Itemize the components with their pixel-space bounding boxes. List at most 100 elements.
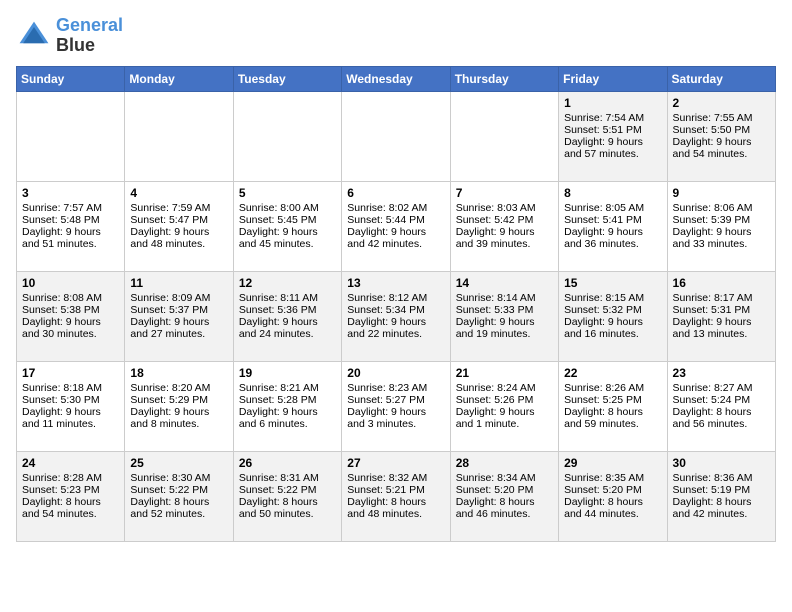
calendar-cell: 15Sunrise: 8:15 AMSunset: 5:32 PMDayligh… <box>559 271 667 361</box>
day-info: Sunset: 5:20 PM <box>564 484 661 496</box>
calendar-cell: 12Sunrise: 8:11 AMSunset: 5:36 PMDayligh… <box>233 271 341 361</box>
calendar-cell: 18Sunrise: 8:20 AMSunset: 5:29 PMDayligh… <box>125 361 233 451</box>
day-info: Sunset: 5:29 PM <box>130 394 227 406</box>
day-number: 8 <box>564 186 661 200</box>
day-number: 13 <box>347 276 444 290</box>
day-info: Sunrise: 8:36 AM <box>673 472 770 484</box>
day-info: Sunset: 5:47 PM <box>130 214 227 226</box>
day-info: Daylight: 9 hours and 13 minutes. <box>673 316 770 340</box>
day-info: Sunset: 5:44 PM <box>347 214 444 226</box>
calendar-cell <box>342 91 450 181</box>
day-info: Sunrise: 8:23 AM <box>347 382 444 394</box>
day-info: Sunset: 5:42 PM <box>456 214 553 226</box>
day-info: Sunset: 5:37 PM <box>130 304 227 316</box>
calendar-cell: 4Sunrise: 7:59 AMSunset: 5:47 PMDaylight… <box>125 181 233 271</box>
day-number: 25 <box>130 456 227 470</box>
day-number: 23 <box>673 366 770 380</box>
calendar-cell: 26Sunrise: 8:31 AMSunset: 5:22 PMDayligh… <box>233 451 341 541</box>
page-header: General Blue <box>16 16 776 56</box>
logo-text: General Blue <box>56 16 123 56</box>
calendar-cell: 2Sunrise: 7:55 AMSunset: 5:50 PMDaylight… <box>667 91 775 181</box>
calendar-cell: 17Sunrise: 8:18 AMSunset: 5:30 PMDayligh… <box>17 361 125 451</box>
day-info: Sunrise: 8:06 AM <box>673 202 770 214</box>
calendar-week-2: 3Sunrise: 7:57 AMSunset: 5:48 PMDaylight… <box>17 181 776 271</box>
day-info: Sunset: 5:45 PM <box>239 214 336 226</box>
day-info: Daylight: 9 hours and 33 minutes. <box>673 226 770 250</box>
day-info: Daylight: 9 hours and 19 minutes. <box>456 316 553 340</box>
day-header-friday: Friday <box>559 66 667 91</box>
calendar-cell: 24Sunrise: 8:28 AMSunset: 5:23 PMDayligh… <box>17 451 125 541</box>
day-info: Sunrise: 8:31 AM <box>239 472 336 484</box>
day-header-wednesday: Wednesday <box>342 66 450 91</box>
day-info: Sunrise: 8:21 AM <box>239 382 336 394</box>
logo-icon <box>16 18 52 54</box>
calendar-cell <box>233 91 341 181</box>
calendar-cell: 20Sunrise: 8:23 AMSunset: 5:27 PMDayligh… <box>342 361 450 451</box>
day-info: Sunset: 5:26 PM <box>456 394 553 406</box>
day-info: Daylight: 9 hours and 30 minutes. <box>22 316 119 340</box>
calendar-cell: 23Sunrise: 8:27 AMSunset: 5:24 PMDayligh… <box>667 361 775 451</box>
day-info: Sunrise: 8:35 AM <box>564 472 661 484</box>
day-number: 20 <box>347 366 444 380</box>
day-info: Daylight: 8 hours and 48 minutes. <box>347 496 444 520</box>
calendar-cell: 3Sunrise: 7:57 AMSunset: 5:48 PMDaylight… <box>17 181 125 271</box>
day-number: 28 <box>456 456 553 470</box>
day-info: Sunrise: 8:24 AM <box>456 382 553 394</box>
day-info: Sunrise: 8:12 AM <box>347 292 444 304</box>
calendar-cell: 1Sunrise: 7:54 AMSunset: 5:51 PMDaylight… <box>559 91 667 181</box>
calendar-week-1: 1Sunrise: 7:54 AMSunset: 5:51 PMDaylight… <box>17 91 776 181</box>
day-info: Daylight: 9 hours and 48 minutes. <box>130 226 227 250</box>
day-header-tuesday: Tuesday <box>233 66 341 91</box>
day-info: Daylight: 8 hours and 59 minutes. <box>564 406 661 430</box>
day-info: Sunset: 5:36 PM <box>239 304 336 316</box>
day-number: 9 <box>673 186 770 200</box>
day-info: Sunset: 5:34 PM <box>347 304 444 316</box>
calendar-cell: 27Sunrise: 8:32 AMSunset: 5:21 PMDayligh… <box>342 451 450 541</box>
day-number: 1 <box>564 96 661 110</box>
day-info: Daylight: 9 hours and 1 minute. <box>456 406 553 430</box>
day-info: Sunset: 5:21 PM <box>347 484 444 496</box>
day-info: Sunrise: 7:59 AM <box>130 202 227 214</box>
day-info: Sunset: 5:24 PM <box>673 394 770 406</box>
day-info: Daylight: 8 hours and 44 minutes. <box>564 496 661 520</box>
day-number: 29 <box>564 456 661 470</box>
day-info: Sunrise: 8:05 AM <box>564 202 661 214</box>
day-number: 19 <box>239 366 336 380</box>
day-header-thursday: Thursday <box>450 66 558 91</box>
day-header-sunday: Sunday <box>17 66 125 91</box>
calendar-header: SundayMondayTuesdayWednesdayThursdayFrid… <box>17 66 776 91</box>
day-info: Sunrise: 8:26 AM <box>564 382 661 394</box>
day-number: 7 <box>456 186 553 200</box>
day-info: Daylight: 9 hours and 6 minutes. <box>239 406 336 430</box>
day-number: 2 <box>673 96 770 110</box>
day-number: 17 <box>22 366 119 380</box>
day-info: Sunset: 5:30 PM <box>22 394 119 406</box>
calendar-cell: 16Sunrise: 8:17 AMSunset: 5:31 PMDayligh… <box>667 271 775 361</box>
day-info: Sunrise: 7:57 AM <box>22 202 119 214</box>
day-info: Sunrise: 8:00 AM <box>239 202 336 214</box>
day-number: 3 <box>22 186 119 200</box>
day-info: Daylight: 8 hours and 50 minutes. <box>239 496 336 520</box>
day-info: Sunrise: 8:32 AM <box>347 472 444 484</box>
calendar-cell: 10Sunrise: 8:08 AMSunset: 5:38 PMDayligh… <box>17 271 125 361</box>
day-number: 6 <box>347 186 444 200</box>
day-number: 15 <box>564 276 661 290</box>
day-info: Sunset: 5:33 PM <box>456 304 553 316</box>
day-info: Sunset: 5:27 PM <box>347 394 444 406</box>
day-number: 10 <box>22 276 119 290</box>
calendar-cell: 22Sunrise: 8:26 AMSunset: 5:25 PMDayligh… <box>559 361 667 451</box>
day-info: Sunrise: 8:34 AM <box>456 472 553 484</box>
day-info: Sunset: 5:28 PM <box>239 394 336 406</box>
day-info: Sunset: 5:41 PM <box>564 214 661 226</box>
day-number: 22 <box>564 366 661 380</box>
calendar-cell: 19 Sunrise: 8:21 AMSunset: 5:28 PMDayligh… <box>233 361 341 451</box>
day-number: 24 <box>22 456 119 470</box>
day-number: 14 <box>456 276 553 290</box>
day-info: Sunrise: 8:02 AM <box>347 202 444 214</box>
day-number: 11 <box>130 276 227 290</box>
day-number: 30 <box>673 456 770 470</box>
calendar-cell <box>450 91 558 181</box>
calendar-week-4: 17Sunrise: 8:18 AMSunset: 5:30 PMDayligh… <box>17 361 776 451</box>
calendar-cell: 7Sunrise: 8:03 AMSunset: 5:42 PMDaylight… <box>450 181 558 271</box>
calendar-cell: 5Sunrise: 8:00 AMSunset: 5:45 PMDaylight… <box>233 181 341 271</box>
